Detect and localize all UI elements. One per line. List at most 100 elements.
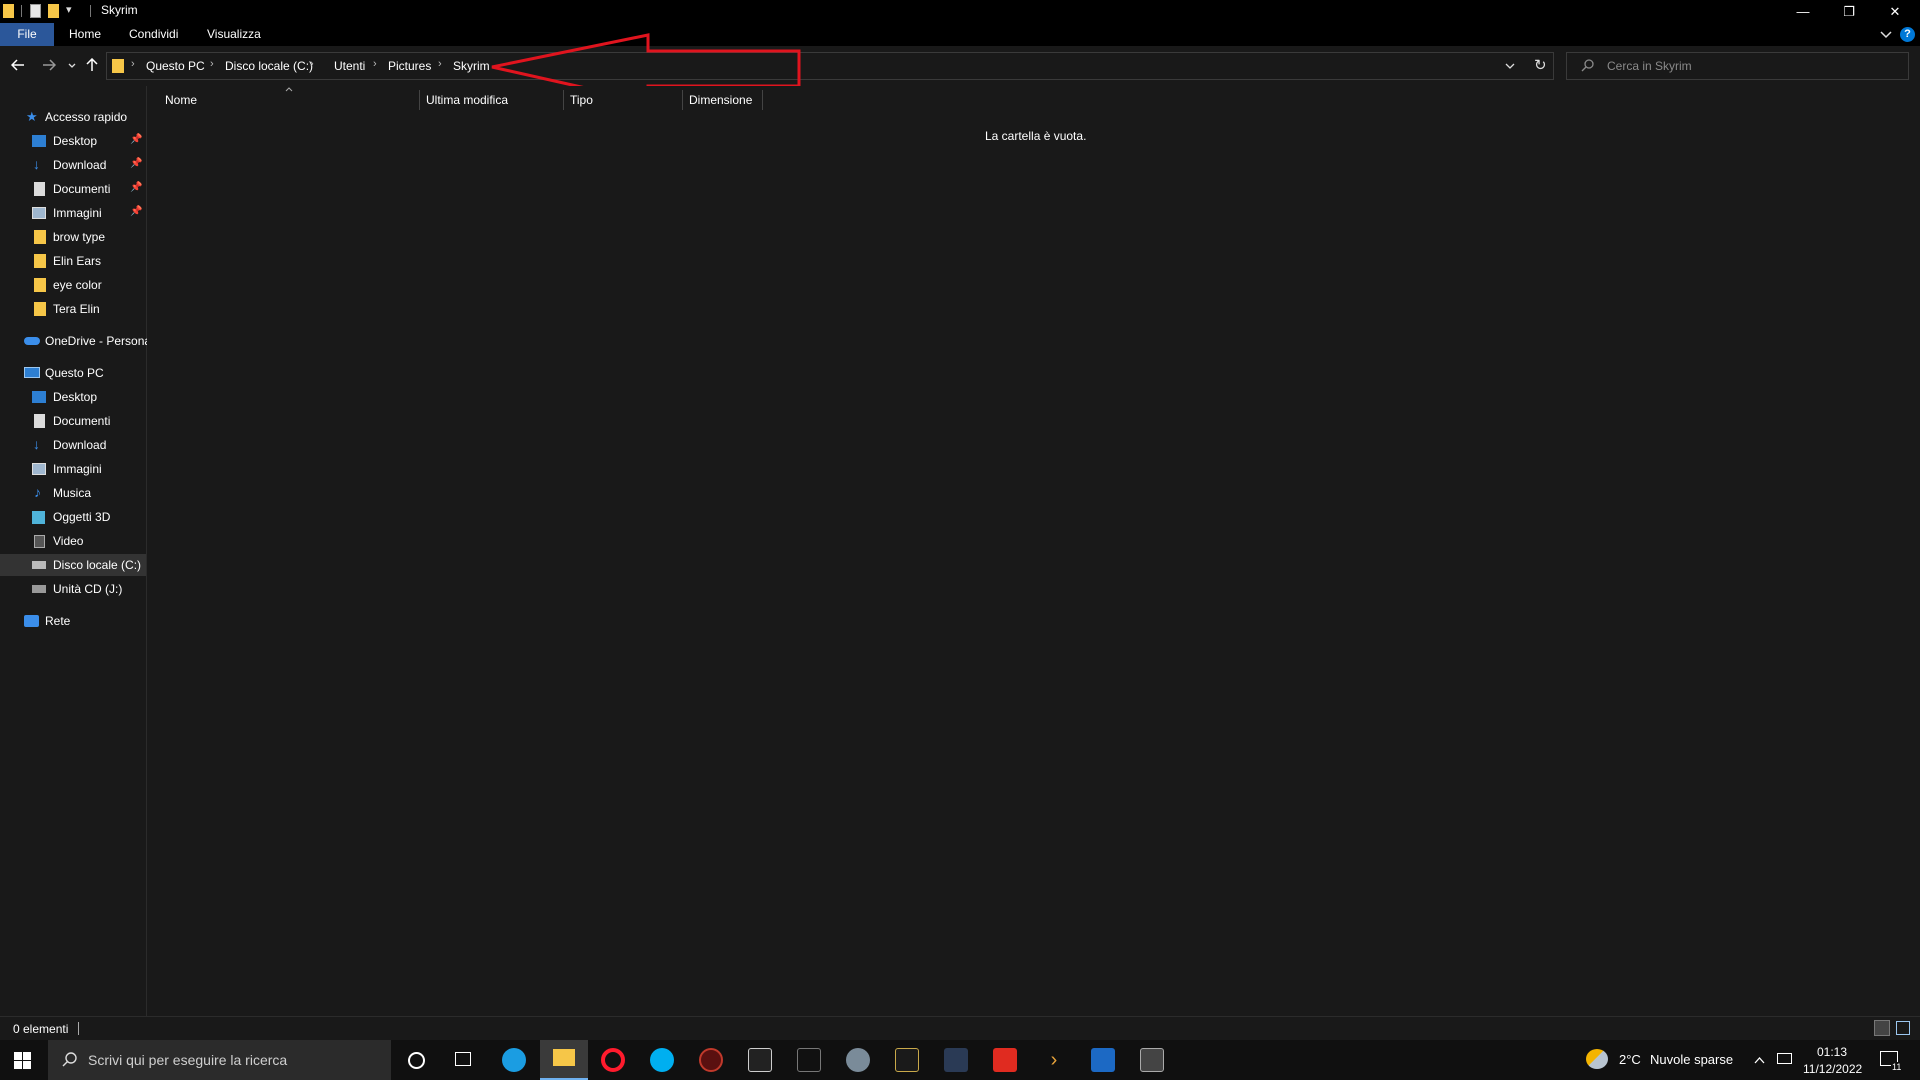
app-icon[interactable] [895,1048,919,1072]
app-icon[interactable] [846,1048,870,1072]
column-divider[interactable] [563,90,564,110]
pin-icon[interactable]: 📌 [130,158,142,169]
app-icon[interactable] [1140,1048,1164,1072]
weather-icon[interactable] [1586,1049,1608,1069]
sidebar-item-label: Video [53,534,84,548]
weather-temperature[interactable]: 2°C [1619,1052,1641,1067]
column-divider[interactable] [682,90,683,110]
sidebar-item-desktop[interactable]: Desktop 📌 [0,130,146,152]
sidebar-item-network[interactable]: Rete [0,610,146,632]
column-header-name[interactable]: Nome [165,86,197,114]
sidebar-item-pc-music[interactable]: ♪ Musica [0,482,146,504]
breadcrumb-pictures[interactable]: Pictures [388,59,431,73]
divider [90,5,91,17]
sidebar-item-elin-ears[interactable]: Elin Ears [0,250,146,272]
sidebar-item-pc-3d-objects[interactable]: Oggetti 3D [0,506,146,528]
tab-view[interactable]: Visualizza [207,23,261,46]
customize-quick-access-icon[interactable]: ▾ [66,3,72,16]
sort-ascending-icon [285,87,293,92]
column-divider[interactable] [419,90,420,110]
sidebar-item-eye-color[interactable]: eye color [0,274,146,296]
up-icon[interactable] [86,58,98,72]
search-input[interactable]: Cerca in Skyrim [1607,59,1692,73]
weather-description[interactable]: Nuvole sparse [1650,1052,1733,1067]
tab-home[interactable]: Home [69,23,101,46]
opera-icon[interactable] [601,1048,625,1072]
sidebar-item-tera-elin[interactable]: Tera Elin [0,298,146,320]
sidebar-item-pc-download[interactable]: ↓ Download [0,434,146,456]
column-header-size[interactable]: Dimensione [689,86,752,114]
app-icon[interactable] [1091,1048,1115,1072]
taskbar-search-box[interactable]: Scrivi qui per eseguire la ricerca [48,1040,391,1080]
breadcrumb-disco-locale[interactable]: Disco locale (C:) [225,59,313,73]
sidebar-item-label: brow type [53,230,106,244]
sidebar-item-label: Documenti [53,182,111,196]
pin-icon[interactable]: 📌 [130,134,142,145]
sidebar-item-label: Documenti [53,414,111,428]
back-icon[interactable] [11,59,25,71]
large-icons-view-icon[interactable] [1896,1021,1910,1035]
sidebar-item-pc-cd-drive[interactable]: Unità CD (J:) [0,578,146,600]
refresh-icon[interactable]: ↻ [1534,56,1547,74]
cd-drive-icon [32,585,46,593]
folder-icon [553,1049,575,1066]
tab-share[interactable]: Condividi [129,23,178,46]
sidebar-item-documents[interactable]: Documenti 📌 [0,178,146,200]
clock-date[interactable]: 11/12/2022 [1803,1062,1862,1076]
chevron-down-icon[interactable] [1880,30,1892,39]
pin-icon[interactable]: 📌 [130,182,142,193]
sidebar-item-pc-documents[interactable]: Documenti [0,410,146,432]
sidebar-item-download[interactable]: ↓ Download 📌 [0,154,146,176]
sidebar-item-onedrive[interactable]: OneDrive - Persona [0,330,151,352]
app-icon[interactable] [993,1048,1017,1072]
folder-icon [34,230,46,244]
details-view-icon[interactable] [1874,1020,1890,1036]
breadcrumb-questo-pc[interactable]: Questo PC [146,59,205,73]
address-history-chevron-icon[interactable] [1505,63,1515,70]
restore-button[interactable]: ❐ [1826,0,1872,23]
sidebar-item-pc-video[interactable]: Video [0,530,146,552]
app-icon[interactable] [944,1048,968,1072]
column-divider[interactable] [762,90,763,110]
tab-file[interactable]: File [0,23,54,46]
file-list[interactable]: Nome Ultima modifica Tipo Dimensione La … [147,86,1920,1016]
chevron-up-icon[interactable] [1754,1057,1765,1064]
file-explorer-taskbar-button[interactable] [540,1040,588,1080]
address-bar[interactable]: › Questo PC › Disco locale (C:) › Utenti… [106,52,1554,80]
sidebar-item-pc-local-disk[interactable]: Disco locale (C:) [0,554,146,576]
sidebar-item-label: Musica [53,486,92,500]
app-icon[interactable]: › [1042,1048,1066,1072]
status-bar: 0 elementi [0,1016,1920,1041]
cortana-icon[interactable] [408,1052,425,1069]
taskbar-search-input[interactable]: Scrivi qui per eseguire la ricerca [88,1052,287,1068]
breadcrumb-utenti[interactable]: Utenti [334,59,365,73]
search-box[interactable]: Cerca in Skyrim [1566,52,1909,80]
sidebar-item-pc-desktop[interactable]: Desktop [0,386,146,408]
skype-icon[interactable] [650,1048,674,1072]
column-header-date-modified[interactable]: Ultima modifica [426,86,508,114]
sidebar-item-pictures[interactable]: Immagini 📌 [0,202,146,224]
new-folder-icon[interactable] [48,4,59,18]
sidebar-item-pc-pictures[interactable]: Immagini [0,458,146,480]
app-icon[interactable] [797,1048,821,1072]
app-icon[interactable] [699,1048,723,1072]
task-view-icon[interactable] [455,1052,471,1066]
edge-icon[interactable] [502,1048,526,1072]
sidebar-item-quick-access[interactable]: ★ Accesso rapido [0,106,146,128]
recent-locations-icon[interactable] [68,63,76,69]
network-icon[interactable] [1777,1053,1792,1064]
sidebar-item-this-pc[interactable]: Questo PC [0,362,146,384]
properties-icon[interactable] [30,4,41,18]
close-button[interactable]: ✕ [1872,0,1918,23]
help-icon[interactable]: ? [1900,27,1915,42]
column-header-type[interactable]: Tipo [570,86,593,114]
clock-time[interactable]: 01:13 [1817,1045,1847,1059]
documents-icon [34,182,45,196]
pin-icon[interactable]: 📌 [130,206,142,217]
forward-icon[interactable] [42,59,56,71]
windows-start-icon[interactable] [14,1052,31,1069]
minimize-button[interactable]: — [1780,0,1826,23]
app-icon[interactable] [748,1048,772,1072]
sidebar-item-brow-type[interactable]: brow type [0,226,146,248]
breadcrumb-skyrim[interactable]: Skyrim [453,59,490,73]
